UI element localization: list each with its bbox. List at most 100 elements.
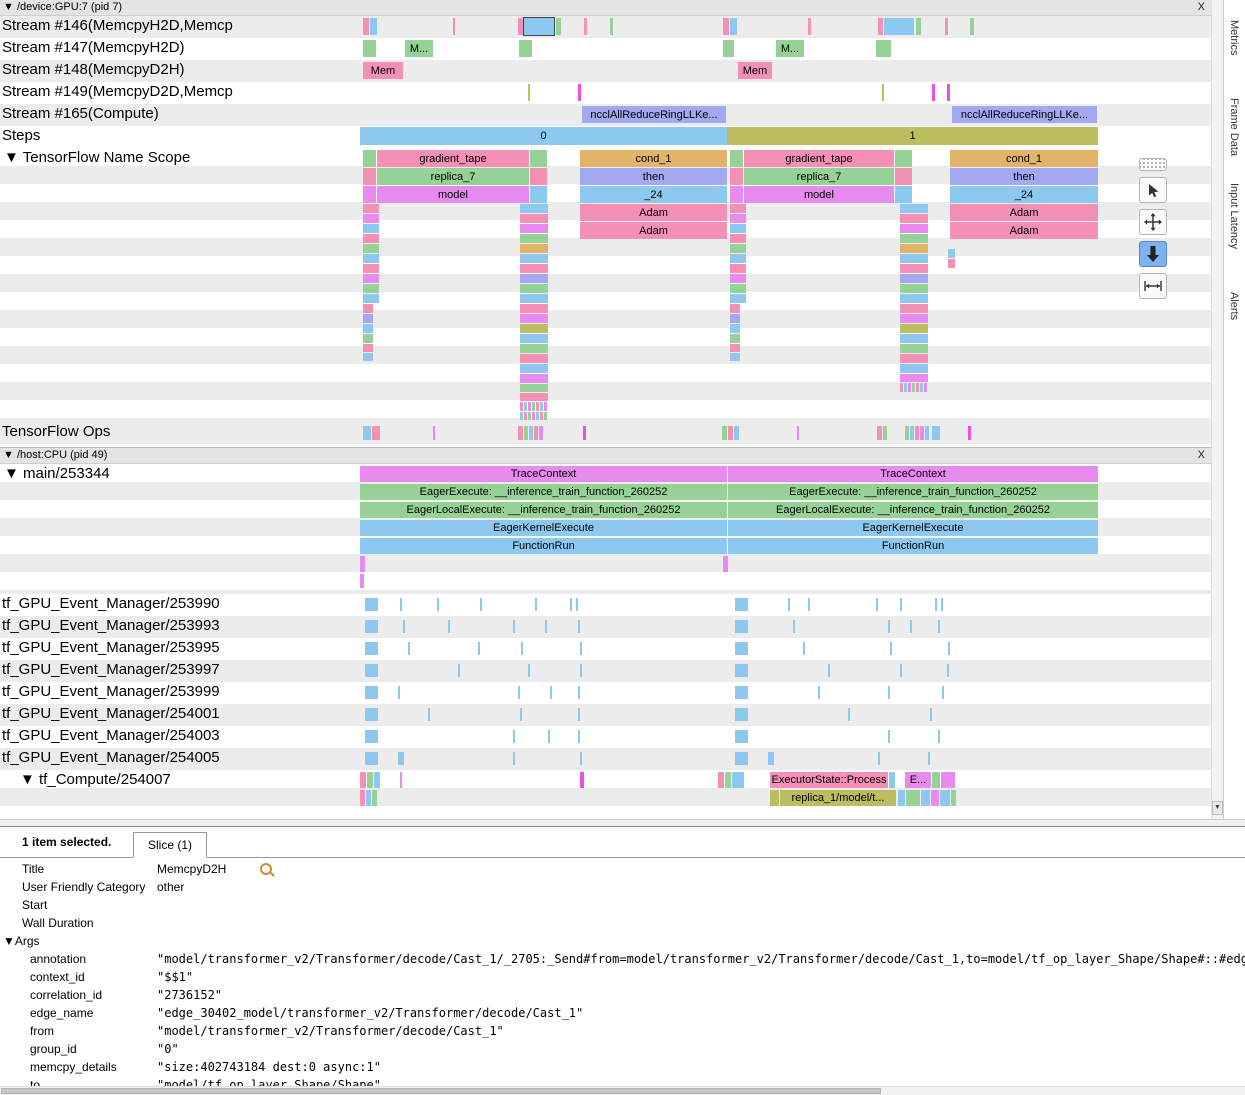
trace-slice[interactable] xyxy=(520,204,548,213)
trace-slice[interactable] xyxy=(900,304,928,313)
trace-slice[interactable] xyxy=(735,620,748,633)
trace-slice[interactable] xyxy=(876,40,891,57)
trace-slice[interactable] xyxy=(520,214,548,223)
trace-slice[interactable] xyxy=(888,730,890,743)
trace-slice[interactable] xyxy=(610,18,613,35)
trace-slice[interactable] xyxy=(898,790,905,806)
trace-slice[interactable] xyxy=(916,383,919,392)
trace-slice[interactable] xyxy=(935,598,937,611)
trace-slice[interactable] xyxy=(730,344,740,352)
slice-mem[interactable]: Mem xyxy=(363,62,403,79)
trace-slice[interactable] xyxy=(735,752,748,765)
trace-slice[interactable] xyxy=(513,752,515,765)
trace-slice[interactable] xyxy=(520,244,548,253)
trace-slice[interactable] xyxy=(519,40,532,57)
trace-slice[interactable] xyxy=(528,402,531,411)
slice-tracecontext[interactable]: TraceContext xyxy=(360,466,727,482)
slice-adam[interactable]: Adam xyxy=(580,222,727,239)
trace-slice[interactable] xyxy=(904,383,907,392)
trace-slice[interactable] xyxy=(900,284,928,293)
trace-slice[interactable] xyxy=(363,168,376,185)
trace-slice[interactable] xyxy=(518,18,523,35)
trace-slice[interactable] xyxy=(529,426,533,440)
trace-slice[interactable] xyxy=(730,244,746,253)
trace-slice[interactable] xyxy=(520,402,523,411)
trace-slice[interactable] xyxy=(544,412,547,420)
trace-slice[interactable] xyxy=(513,620,515,633)
trace-slice[interactable] xyxy=(735,686,748,699)
slice-1[interactable]: 1 xyxy=(727,127,1098,145)
trace-slice[interactable] xyxy=(520,284,548,293)
trace-slice[interactable] xyxy=(578,730,580,743)
trace-slice[interactable] xyxy=(732,772,739,788)
trace-slice[interactable] xyxy=(524,402,527,411)
trace-slice[interactable] xyxy=(723,40,734,57)
trace-slice[interactable] xyxy=(580,664,582,677)
trace-slice[interactable] xyxy=(900,354,928,363)
trace-slice[interactable] xyxy=(365,708,378,721)
trace-slice[interactable] xyxy=(900,234,928,243)
trace-slice[interactable] xyxy=(915,426,919,440)
trace-slice[interactable] xyxy=(365,664,378,677)
trace-slice[interactable] xyxy=(521,642,523,655)
trace-slice[interactable] xyxy=(900,264,928,273)
trace-slice[interactable] xyxy=(448,620,450,633)
trace-slice[interactable] xyxy=(730,204,746,213)
trace-slice[interactable] xyxy=(900,344,928,353)
trace-slice[interactable] xyxy=(580,752,582,765)
trace-slice[interactable] xyxy=(951,790,956,806)
trace-slice[interactable] xyxy=(910,620,912,633)
trace-slice[interactable] xyxy=(545,620,547,633)
pan-tool-button[interactable] xyxy=(1139,209,1167,235)
scroll-down-arrow-icon[interactable]: ▼ xyxy=(1212,801,1223,815)
slice-ncclallreduceringllke[interactable]: ncclAllReduceRingLLKe... xyxy=(952,106,1097,123)
trace-slice[interactable] xyxy=(520,374,548,383)
search-icon[interactable] xyxy=(260,863,272,875)
trace-slice[interactable] xyxy=(828,664,830,677)
trace-slice[interactable] xyxy=(730,150,743,167)
side-tab-frame-data[interactable]: Frame Data xyxy=(1228,98,1240,156)
trace-slice[interactable] xyxy=(576,598,578,611)
trace-slice[interactable] xyxy=(890,642,892,655)
panel-splitter[interactable] xyxy=(0,819,1245,826)
cpu-section-close-button[interactable]: X xyxy=(1198,448,1205,463)
zoom-tool-button[interactable] xyxy=(1139,241,1167,267)
horizontal-scrollbar[interactable] xyxy=(0,1086,1245,1095)
trace-slice[interactable] xyxy=(520,334,548,343)
trace-slice[interactable] xyxy=(532,402,535,411)
trace-slice[interactable] xyxy=(941,772,955,788)
trace-slice[interactable] xyxy=(948,259,955,268)
trace-slice[interactable] xyxy=(889,772,895,788)
trace-slice[interactable] xyxy=(938,620,940,633)
horizontal-scrollbar-thumb[interactable] xyxy=(1,1088,881,1094)
trace-slice[interactable] xyxy=(916,18,921,35)
trace-slice[interactable] xyxy=(530,186,547,203)
trace-slice[interactable] xyxy=(363,254,379,263)
trace-slice[interactable] xyxy=(365,598,378,611)
trace-slice[interactable] xyxy=(739,772,744,788)
trace-slice[interactable] xyxy=(532,412,535,420)
trace-slice[interactable] xyxy=(730,284,746,293)
trace-slice[interactable] xyxy=(900,204,928,213)
trace-slice[interactable] xyxy=(735,664,748,677)
trace-slice[interactable] xyxy=(530,168,547,185)
trace-slice[interactable] xyxy=(723,18,729,35)
trace-slice[interactable] xyxy=(900,664,902,677)
trace-slice[interactable] xyxy=(921,790,930,806)
trace-slice[interactable] xyxy=(528,412,531,420)
trace-slice[interactable] xyxy=(363,314,373,323)
trace-slice[interactable] xyxy=(797,426,799,440)
trace-slice[interactable] xyxy=(400,598,402,611)
trace-slice[interactable] xyxy=(583,426,586,440)
trace-slice[interactable] xyxy=(520,304,548,313)
slice-adam[interactable]: Adam xyxy=(580,204,727,221)
trace-slice[interactable] xyxy=(544,402,547,411)
trace-slice[interactable] xyxy=(730,214,746,223)
trace-slice[interactable] xyxy=(942,686,944,699)
side-tab-metrics[interactable]: Metrics xyxy=(1228,20,1240,55)
trace-slice[interactable] xyxy=(363,344,373,352)
trace-slice[interactable] xyxy=(365,620,378,633)
trace-slice[interactable] xyxy=(513,730,515,743)
trace-slice[interactable] xyxy=(770,790,779,806)
trace-slice[interactable] xyxy=(520,314,548,323)
